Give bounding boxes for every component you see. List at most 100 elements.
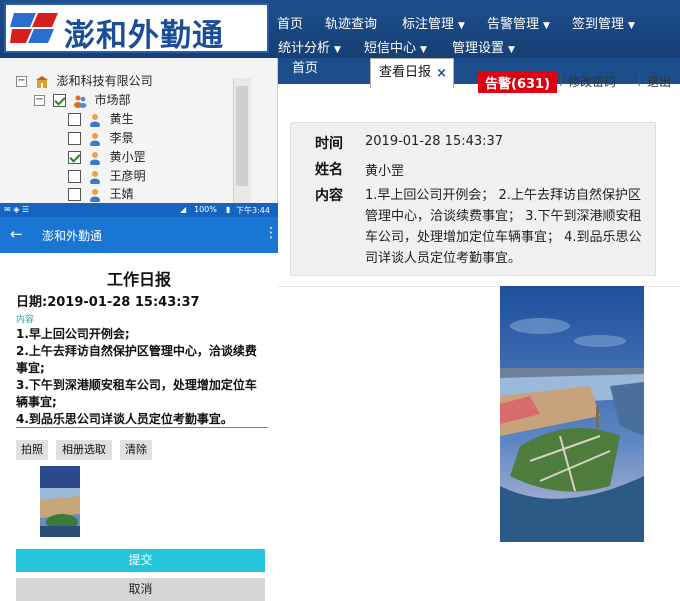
tree-node-member[interactable]: 李景 <box>68 129 134 147</box>
nav-label: 管理设置 <box>452 41 505 56</box>
tree-node-department[interactable]: − 市场部 <box>34 91 131 109</box>
collapse-icon[interactable]: − <box>34 95 45 106</box>
tree-label: 澎和科技有限公司 <box>56 74 153 88</box>
tab-view-report[interactable]: 查看日报 × <box>370 58 454 88</box>
dropdown-arrow-icon: ▼ <box>508 45 515 55</box>
report-title: 工作日报 <box>106 270 171 289</box>
app-logo[interactable]: 澎和外勤通 <box>4 3 269 54</box>
nav-track-query[interactable]: 轨迹查询 <box>325 13 377 32</box>
tree-scrollbar[interactable] <box>233 78 251 203</box>
dropdown-arrow-icon: ▼ <box>628 21 635 31</box>
building-icon <box>35 75 48 88</box>
scrollbar-thumb[interactable] <box>236 86 248 186</box>
time-label: 时间 <box>315 136 343 152</box>
separator: | <box>637 72 642 86</box>
org-tree-panel: − 澎和科技有限公司 − 市场部 黄生 李景 黄小罡 王彦明 王婧 <box>0 58 278 203</box>
battery-level: 100% <box>194 205 217 214</box>
member-checkbox[interactable] <box>68 113 81 126</box>
tree-label: 市场部 <box>94 93 131 107</box>
report-date: 日期:2019-01-28 15:43:37 <box>16 295 200 310</box>
logout-link[interactable]: 退出 <box>647 73 671 90</box>
wifi-icon: ◢ <box>180 205 187 214</box>
nav-admin-settings[interactable]: 管理设置 ▼ <box>452 37 515 56</box>
content-value: 1.早上回公司开例会； 2.上午去拜访自然保护区管理中心，洽谈续费事宜； 3.下… <box>365 188 642 266</box>
time-value: 2019-01-28 15:43:37 <box>365 134 504 149</box>
name-label: 姓名 <box>315 162 343 178</box>
content-textarea[interactable]: 1.早上回公司开例会; 2.上午去拜访自然保护区管理中心，洽谈续费事宜; 3.下… <box>16 326 268 428</box>
department-checkbox[interactable] <box>52 94 66 107</box>
camera-button[interactable]: 拍照 <box>16 440 48 460</box>
cancel-button[interactable]: 取消 <box>16 578 265 601</box>
nav-home[interactable]: 首页 <box>277 13 303 32</box>
tab-label: 查看日报 <box>379 65 432 80</box>
tree-label: 黄生 <box>109 112 134 126</box>
tree-node-member[interactable]: 王彦明 <box>68 167 146 185</box>
close-icon[interactable]: × <box>436 64 447 84</box>
report-detail-card: 时间 2019-01-28 15:43:37 姓名 黄小罡 内容 1.早上回公司… <box>290 122 656 276</box>
tree-node-member[interactable]: 黄生 <box>68 110 134 128</box>
nav-signin-manage[interactable]: 签到管理 ▼ <box>572 13 635 32</box>
person-icon <box>89 188 100 202</box>
nav-statistics[interactable]: 统计分析 ▼ <box>278 37 341 56</box>
notification-icon: ✉ ◈ ☰ <box>4 205 30 214</box>
person-icon <box>89 170 100 184</box>
content-label: 内容 <box>315 188 343 204</box>
app-bar: ← 澎和外勤通 ⋮ <box>0 217 278 253</box>
tree-label: 黄小罡 <box>109 150 146 164</box>
nav-label: 标注管理 <box>402 17 455 32</box>
separator: | <box>559 72 564 86</box>
nav-marker-manage[interactable]: 标注管理 ▼ <box>402 13 465 32</box>
alarm-badge[interactable]: 告警(631) <box>478 72 558 93</box>
logo-mark-icon <box>10 13 58 43</box>
battery-icon: ▮ <box>226 205 231 214</box>
tree-node-company[interactable]: − 澎和科技有限公司 <box>16 72 153 90</box>
content-line: 1.早上回公司开例会; <box>16 327 130 341</box>
dropdown-arrow-icon: ▼ <box>334 45 341 55</box>
app-name: 澎和外勤通 <box>64 18 224 54</box>
person-icon <box>89 113 100 127</box>
member-checkbox[interactable] <box>68 132 81 145</box>
content-line: 4.到品乐思公司详谈人员定位考勤事宜。 <box>16 412 233 426</box>
member-checkbox[interactable] <box>68 170 81 183</box>
attached-photo[interactable] <box>500 286 644 542</box>
nav-alarm-manage[interactable]: 告警管理 ▼ <box>487 13 550 32</box>
person-icon <box>89 151 100 165</box>
group-icon <box>73 95 87 108</box>
dropdown-arrow-icon: ▼ <box>543 21 550 31</box>
mobile-screen: ✉ ◈ ☰ ◢ 100% ▮ 下午3:44 ← 澎和外勤通 ⋮ 工作日报 日期:… <box>0 203 278 601</box>
appbar-title: 澎和外勤通 <box>42 229 103 243</box>
tree-label: 王婧 <box>109 187 134 201</box>
content-label: 内容 <box>16 315 35 325</box>
nav-label: 首页 <box>277 17 304 32</box>
tree-label: 王彦明 <box>109 169 146 183</box>
nav-label: 签到管理 <box>572 17 625 32</box>
nav-label: 轨迹查询 <box>325 17 378 32</box>
member-checkbox[interactable] <box>68 188 81 201</box>
nav-label: 告警管理 <box>487 17 540 32</box>
nav-sms-center[interactable]: 短信中心 ▼ <box>364 37 427 56</box>
back-arrow-icon[interactable]: ← <box>10 225 23 243</box>
collapse-icon[interactable]: − <box>16 76 27 87</box>
clear-button[interactable]: 清除 <box>120 440 152 460</box>
nav-label: 统计分析 <box>278 41 331 56</box>
clock: 下午3:44 <box>236 206 270 215</box>
status-bar: ✉ ◈ ☰ ◢ 100% ▮ 下午3:44 <box>0 203 278 217</box>
album-button[interactable]: 相册选取 <box>56 440 112 460</box>
content-line: 3.下午到深港顺安租车公司，处理增加定位车辆事宜; <box>16 378 257 409</box>
tree-node-member[interactable]: 黄小罡 <box>68 148 146 166</box>
submit-button[interactable]: 提交 <box>16 549 265 572</box>
member-checkbox[interactable] <box>68 151 81 164</box>
name-value: 黄小罡 <box>365 164 405 179</box>
tree-node-member[interactable]: 王婧 <box>68 185 134 203</box>
overflow-menu-icon[interactable]: ⋮ <box>264 225 278 241</box>
app-header: 澎和外勤通 首页 轨迹查询 标注管理 ▼ 告警管理 ▼ 签到管理 ▼ 统计分析 ▼ 短信… <box>0 0 680 58</box>
person-icon <box>89 132 100 146</box>
dropdown-arrow-icon: ▼ <box>458 21 465 31</box>
tree-label: 李景 <box>109 131 134 145</box>
content-line: 2.上午去拜访自然保护区管理中心，洽谈续费事宜; <box>16 344 257 375</box>
photo-thumbnail[interactable] <box>40 466 80 537</box>
nav-label: 短信中心 <box>364 41 417 56</box>
change-password-link[interactable]: 修改密码 <box>568 73 616 90</box>
dropdown-arrow-icon: ▼ <box>420 45 427 55</box>
tab-home[interactable]: 首页 <box>278 58 366 84</box>
